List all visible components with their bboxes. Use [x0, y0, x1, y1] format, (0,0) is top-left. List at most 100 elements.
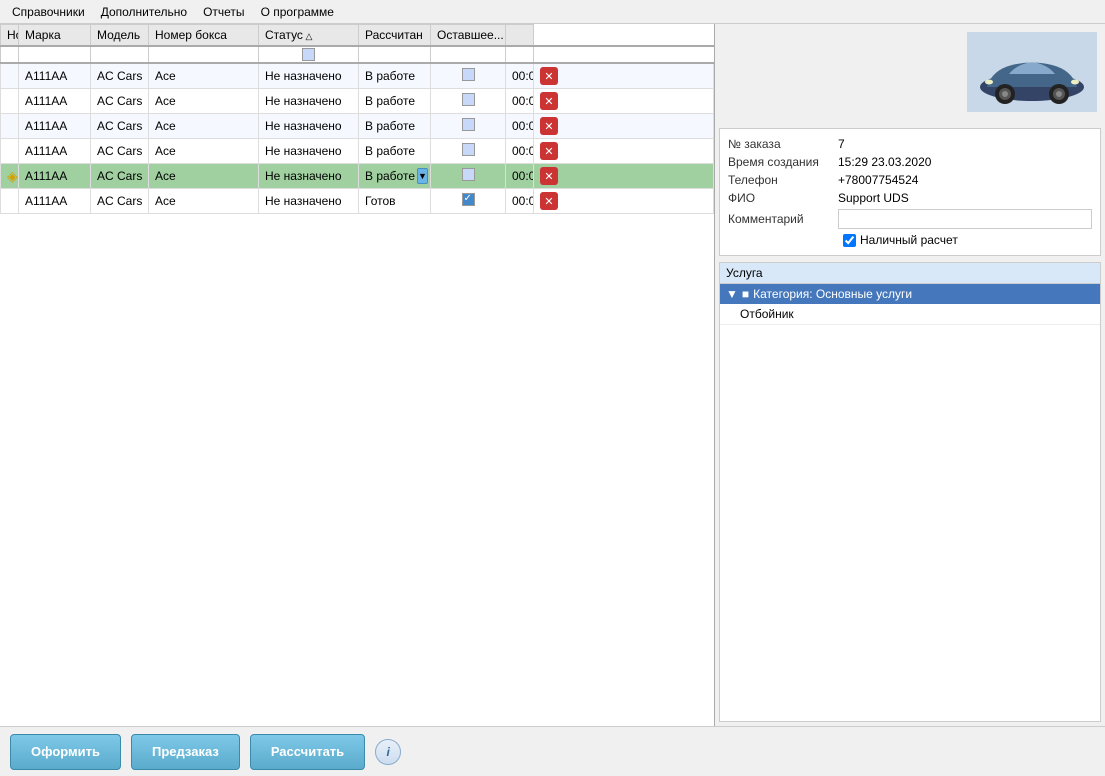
row-delete-button[interactable]: ✕: [540, 192, 558, 210]
menu-dopolnitelno[interactable]: Дополнительно: [93, 3, 195, 21]
created-row: Время создания 15:29 23.03.2020: [728, 155, 1092, 169]
row-indicator: [1, 89, 19, 114]
row-delete-cell: ✕: [534, 164, 714, 189]
row-delete-button[interactable]: ✕: [540, 117, 558, 135]
row-status: В работе: [359, 63, 431, 89]
row-indicator: ◈: [1, 164, 19, 189]
table-row[interactable]: A111AAAC CarsAceНе назначеноВ работе00:0…: [1, 114, 714, 139]
menu-otchety[interactable]: Отчеты: [195, 3, 252, 21]
status-text: В работе: [365, 169, 415, 183]
row-remain: 00:09: [506, 89, 534, 114]
row-car-num: A111AA: [19, 189, 91, 214]
row-delete-cell: ✕: [534, 89, 714, 114]
table-row[interactable]: A111AAAC CarsAceНе назначеноВ работе00:0…: [1, 63, 714, 89]
service-item-otboynik[interactable]: Отбойник: [720, 304, 1100, 325]
created-value: 15:29 23.03.2020: [838, 155, 1092, 169]
row-box: Не назначено: [259, 164, 359, 189]
btn-oformit[interactable]: Оформить: [10, 734, 121, 770]
row-status: Готов: [359, 189, 431, 214]
order-number-value: 7: [838, 137, 1092, 151]
car-image: [967, 32, 1097, 112]
payment-checkbox[interactable]: [843, 234, 856, 247]
row-status: В работе▼: [359, 164, 431, 189]
row-brand: AC Cars: [91, 164, 149, 189]
row-remain: 00:07: [506, 189, 534, 214]
order-info: № заказа 7 Время создания 15:29 23.03.20…: [719, 128, 1101, 256]
row-car-num: A111AA: [19, 114, 91, 139]
row-calc[interactable]: [431, 63, 506, 89]
col-header-model: Модель: [91, 25, 149, 47]
row-calc[interactable]: [431, 89, 506, 114]
right-panel: № заказа 7 Время создания 15:29 23.03.20…: [715, 24, 1105, 726]
filter-brand: [19, 46, 91, 63]
filter-row: [1, 46, 714, 63]
row-model: Ace: [149, 139, 259, 164]
row-indicator: [1, 139, 19, 164]
table-row[interactable]: A111AAAC CarsAceНе назначеноВ работе00:0…: [1, 139, 714, 164]
category-checkbox-icon: ■: [742, 287, 749, 301]
table-row[interactable]: A111AAAC CarsAceНе назначеноВ работе00:0…: [1, 89, 714, 114]
row-delete-button[interactable]: ✕: [540, 167, 558, 185]
table-row[interactable]: A111AAAC CarsAceНе назначеноГотов00:07✕: [1, 189, 714, 214]
table-container[interactable]: Номер авто Марка Модель Номер бокса Стат…: [0, 24, 714, 726]
row-calc[interactable]: [431, 164, 506, 189]
status-dropdown-icon[interactable]: ▼: [417, 168, 428, 184]
col-header-calc: Рассчитан: [359, 25, 431, 47]
payment-row: Наличный расчет: [843, 233, 1092, 247]
table-row[interactable]: ◈A111AAAC CarsAceНе назначеноВ работе▼00…: [1, 164, 714, 189]
calc-unchecked-icon: [462, 68, 475, 81]
services-header: Услуга: [720, 263, 1100, 284]
comment-input[interactable]: [838, 209, 1092, 229]
row-car-num: A111AA: [19, 89, 91, 114]
row-delete-button[interactable]: ✕: [540, 67, 558, 85]
filter-remain: [431, 46, 506, 63]
bottom-bar: Оформить Предзаказ Рассчитать i: [0, 726, 1105, 776]
btn-info[interactable]: i: [375, 739, 401, 765]
row-model: Ace: [149, 164, 259, 189]
row-remain: 00:03: [506, 164, 534, 189]
category-label: Категория: Основные услуги: [753, 287, 912, 301]
filter-status-checkbox[interactable]: [302, 48, 315, 61]
services-panel: Услуга ▼ ■ Категория: Основные услуги От…: [719, 262, 1101, 722]
row-indicator: [1, 189, 19, 214]
row-remain: 00:00: [506, 114, 534, 139]
row-calc[interactable]: [431, 139, 506, 164]
row-delete-button[interactable]: ✕: [540, 142, 558, 160]
row-brand: AC Cars: [91, 114, 149, 139]
phone-row: Телефон +78007754524: [728, 173, 1092, 187]
col-header-status[interactable]: Статус: [259, 25, 359, 47]
order-number-label: № заказа: [728, 137, 838, 151]
fio-row: ФИО Support UDS: [728, 191, 1092, 205]
menu-spravochniki[interactable]: Справочники: [4, 3, 93, 21]
row-delete-cell: ✕: [534, 63, 714, 89]
menu-o-programme[interactable]: О программе: [253, 3, 342, 21]
row-delete-button[interactable]: ✕: [540, 92, 558, 110]
row-car-num: A111AA: [19, 164, 91, 189]
expand-icon: ▼: [726, 287, 738, 301]
btn-rasschitat[interactable]: Рассчитать: [250, 734, 365, 770]
left-panel: Номер авто Марка Модель Номер бокса Стат…: [0, 24, 715, 726]
row-brand: AC Cars: [91, 189, 149, 214]
row-model: Ace: [149, 63, 259, 89]
row-delete-cell: ✕: [534, 189, 714, 214]
col-header-box: Номер бокса: [149, 25, 259, 47]
calc-unchecked-icon: [462, 93, 475, 106]
btn-predzakaz[interactable]: Предзаказ: [131, 734, 240, 770]
row-brand: AC Cars: [91, 63, 149, 89]
row-calc[interactable]: [431, 114, 506, 139]
filter-calc: [359, 46, 431, 63]
payment-label: Наличный расчет: [860, 233, 958, 247]
row-model: Ace: [149, 114, 259, 139]
calc-unchecked-icon: [462, 143, 475, 156]
col-header-remain: Оставшее...: [431, 25, 506, 47]
row-model: Ace: [149, 189, 259, 214]
filter-model: [91, 46, 149, 63]
row-arrow-icon: ◈: [7, 168, 18, 184]
col-header-del: [506, 25, 534, 47]
row-calc[interactable]: [431, 189, 506, 214]
row-delete-cell: ✕: [534, 114, 714, 139]
col-header-num: Номер авто: [1, 25, 19, 47]
menubar: Справочники Дополнительно Отчеты О прогр…: [0, 0, 1105, 24]
row-brand: AC Cars: [91, 89, 149, 114]
service-category-row[interactable]: ▼ ■ Категория: Основные услуги: [720, 284, 1100, 304]
